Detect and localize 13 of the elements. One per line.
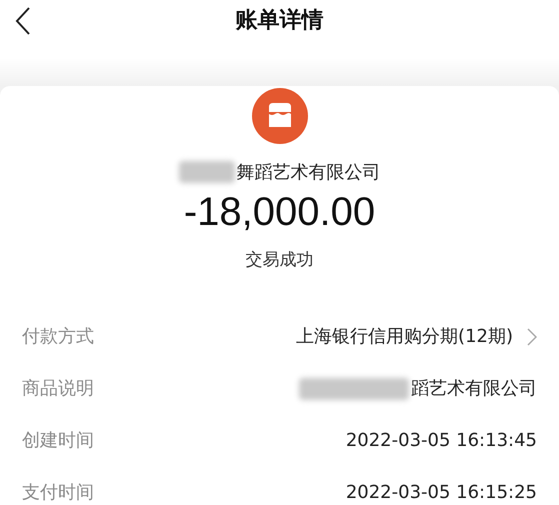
row-value: 2022-03-05 16:13:45	[346, 429, 537, 453]
amount: -18,000.00	[184, 189, 376, 236]
merchant-name: 舞蹈艺术有限公司	[236, 160, 380, 184]
row-value: 蹈艺术有限公司	[411, 377, 537, 401]
back-chevron-icon	[15, 6, 31, 36]
row-value: 2022-03-05 16:15:25	[346, 481, 537, 505]
transaction-status: 交易成功	[246, 249, 314, 272]
row-label: 商品说明	[22, 377, 94, 401]
row-label: 支付时间	[22, 481, 94, 505]
row-label: 创建时间	[22, 429, 94, 453]
row-value: 上海银行信用购分期(12期)	[296, 325, 513, 349]
row-label: 付款方式	[22, 325, 94, 349]
page-title: 账单详情	[236, 6, 324, 34]
